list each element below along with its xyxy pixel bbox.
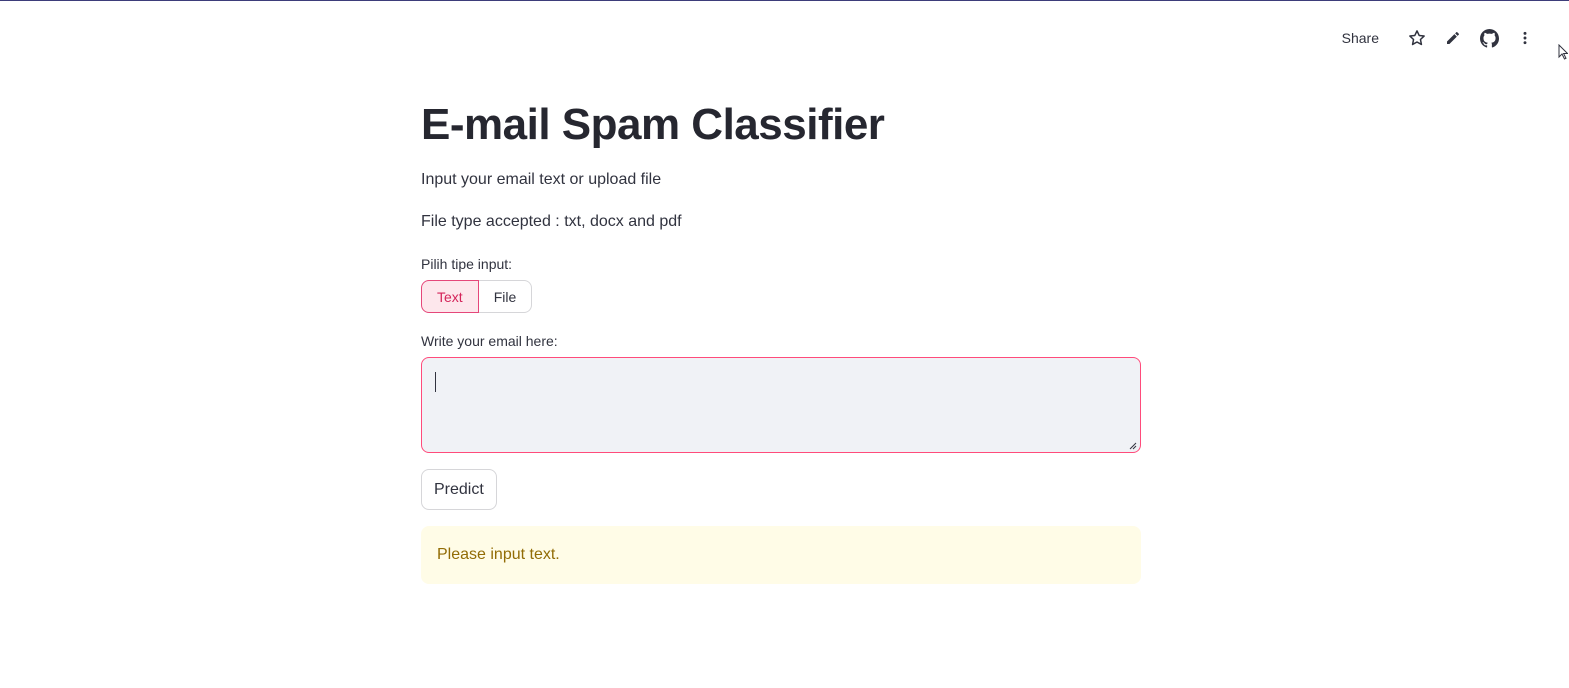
pencil-icon[interactable] xyxy=(1435,22,1471,54)
github-icon[interactable] xyxy=(1471,22,1507,54)
app-toolbar: Share xyxy=(1332,22,1543,54)
predict-button[interactable]: Predict xyxy=(421,469,497,510)
text-caret xyxy=(435,372,436,392)
warning-text: Please input text. xyxy=(437,546,560,563)
page-title: E-mail Spam Classifier xyxy=(421,100,885,149)
input-type-label: Pilih tipe input: xyxy=(421,256,513,272)
email-field-label: Write your email here: xyxy=(421,333,558,349)
email-textarea[interactable] xyxy=(421,357,1141,453)
more-vertical-icon[interactable] xyxy=(1507,22,1543,54)
share-button[interactable]: Share xyxy=(1332,24,1389,52)
input-type-file-option[interactable]: File xyxy=(478,280,533,313)
description-text: Input your email text or upload file xyxy=(421,171,662,188)
top-decoration-line xyxy=(0,0,1569,1)
warning-alert: Please input text. xyxy=(421,526,1141,584)
star-icon[interactable] xyxy=(1399,22,1435,54)
file-types-text: File type accepted : txt, docx and pdf xyxy=(421,213,682,230)
mouse-cursor-icon xyxy=(1558,43,1569,65)
resize-handle-icon[interactable] xyxy=(1129,442,1137,450)
input-type-text-option[interactable]: Text xyxy=(421,280,479,313)
input-type-selector: Text File xyxy=(421,280,533,313)
